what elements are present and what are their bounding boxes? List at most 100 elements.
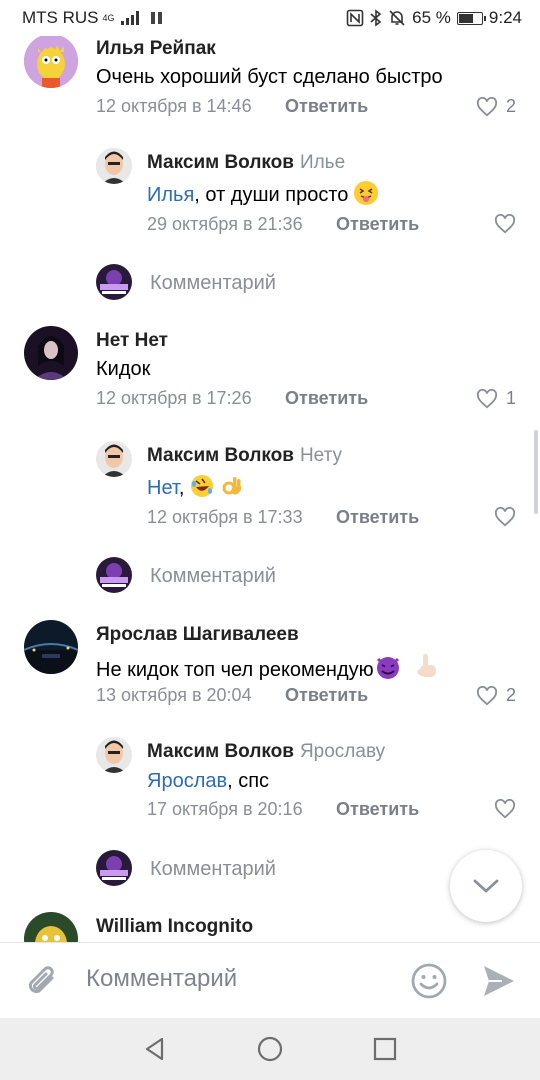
system-nav-bar [0, 1018, 540, 1080]
comment-input[interactable] [86, 965, 386, 993]
comment-text: Илья, от души просто [147, 181, 378, 207]
avatar[interactable] [24, 326, 78, 380]
signal-icon [120, 11, 139, 25]
mention-link[interactable]: Нет [147, 477, 179, 499]
avatar[interactable] [24, 36, 78, 88]
heart-icon [494, 507, 516, 527]
comment-date: 12 октября в 17:33 [147, 507, 303, 527]
comment-text: Не кидок топ чел рекомендую [96, 652, 441, 682]
comment-item: William Incognito [0, 910, 540, 942]
comment-text-rest: , спс [227, 770, 270, 792]
comment-author[interactable]: Максим Волков Ярославу [147, 741, 385, 763]
comment-author[interactable]: William Incognito [96, 916, 253, 938]
reply-item: Максим Волков Ярославу Ярослав, спс 17 ок… [0, 735, 540, 825]
bluetooth-icon [370, 9, 382, 27]
reply-prompt[interactable]: Комментарий [0, 555, 540, 599]
comment-author[interactable]: Максим Волков Нету [147, 445, 342, 467]
like-button[interactable] [494, 507, 516, 527]
avatar[interactable] [24, 620, 78, 674]
tongue-emoji-icon [353, 181, 378, 205]
reply-button[interactable]: Ответить [285, 388, 368, 409]
mention-link[interactable]: Илья [147, 184, 194, 206]
author-name[interactable]: Максим Волков [147, 152, 294, 173]
comment-author[interactable]: Ярослав Шагивалеев [96, 624, 299, 646]
like-button[interactable]: 2 [476, 685, 516, 706]
avatar[interactable] [96, 737, 132, 773]
heart-icon [494, 799, 516, 819]
like-button[interactable] [494, 799, 516, 819]
comment-date: 29 октября в 21:36 [147, 214, 303, 234]
comment-author[interactable]: Максим Волков Илье [147, 152, 345, 174]
like-button[interactable] [494, 214, 516, 234]
own-avatar [96, 557, 132, 593]
comment-text: Очень хороший буст сделано быстро [96, 66, 443, 88]
clock: 9:24 [488, 8, 522, 27]
comment-text: Кидок [96, 358, 151, 380]
reply-to-label[interactable]: Нету [300, 445, 342, 466]
network-type: 4G [102, 12, 115, 23]
attachment-icon[interactable] [24, 961, 62, 1001]
send-icon[interactable] [480, 962, 518, 1000]
home-nav-icon[interactable] [256, 1035, 284, 1063]
like-button[interactable]: 2 [476, 96, 516, 117]
comment-date: 17 октября в 20:16 [147, 799, 303, 819]
comment-author[interactable]: Нет Нет [96, 330, 168, 352]
chevron-down-icon [473, 879, 499, 893]
like-count: 2 [506, 685, 517, 705]
mention-link[interactable]: Ярослав [147, 770, 227, 792]
emoji-icon[interactable] [410, 962, 448, 1000]
smiling-devil-emoji-icon [374, 652, 402, 680]
heart-icon [476, 388, 498, 408]
comment-text: Ярослав, спс [147, 770, 269, 793]
comment-text-body: Не кидок топ чел рекомендую [96, 659, 374, 681]
like-count: 2 [506, 96, 517, 116]
reply-button[interactable]: Ответить [336, 214, 419, 235]
reply-prompt[interactable]: Комментарий [0, 262, 540, 306]
add-reply-label[interactable]: Комментарий [150, 272, 276, 295]
rofl-emoji-icon [190, 474, 214, 498]
comment-item: Илья Рейпак Очень хороший буст сделано б… [0, 36, 540, 126]
comment-text-rest: , от души просто [194, 184, 349, 206]
reply-button[interactable]: Ответить [285, 685, 368, 706]
own-avatar [96, 850, 132, 886]
battery-percent: 65 % [412, 8, 451, 27]
comment-item: Ярослав Шагивалеев Не кидок топ чел реко… [0, 620, 540, 712]
add-reply-label[interactable]: Комментарий [150, 565, 276, 588]
back-nav-icon[interactable] [142, 1036, 168, 1062]
comment-date: 12 октября в 14:46 [96, 96, 252, 116]
avatar[interactable] [24, 912, 78, 942]
point-up-emoji-icon [413, 652, 441, 680]
own-avatar [96, 264, 132, 300]
carrier-label: MTS RUS [22, 8, 99, 27]
like-button[interactable]: 1 [476, 388, 516, 409]
heart-icon [476, 96, 498, 116]
nfc-icon [346, 9, 364, 27]
recents-nav-icon[interactable] [372, 1036, 398, 1062]
reply-button[interactable]: Ответить [285, 96, 368, 117]
reply-to-label[interactable]: Илье [300, 152, 345, 173]
comment-item: Нет Нет Кидок 12 октября в 17:26 Ответит… [0, 326, 540, 418]
reply-button[interactable]: Ответить [336, 799, 419, 820]
reply-item: Максим Волков Илье Илья, от души просто 2… [0, 146, 540, 236]
ok-hand-emoji-icon [220, 474, 244, 498]
scrollbar[interactable] [534, 430, 538, 514]
reply-to-label[interactable]: Ярославу [300, 741, 385, 762]
comment-date: 13 октября в 20:04 [96, 685, 252, 705]
pause-icon [150, 12, 162, 24]
mute-bell-icon [389, 10, 405, 26]
add-reply-label[interactable]: Комментарий [150, 858, 276, 881]
comment-date: 12 октября в 17:26 [96, 388, 252, 408]
avatar[interactable] [96, 148, 132, 184]
reply-item: Максим Волков Нету Нет, 12 октября в 17:3… [0, 439, 540, 529]
author-name[interactable]: Максим Волков [147, 445, 294, 466]
comment-input-bar [0, 942, 540, 1019]
avatar[interactable] [96, 441, 132, 477]
reply-button[interactable]: Ответить [336, 507, 419, 528]
heart-icon [494, 214, 516, 234]
heart-icon [476, 685, 498, 705]
author-name[interactable]: Максим Волков [147, 741, 294, 762]
comments-feed[interactable]: Илья Рейпак Очень хороший буст сделано б… [0, 36, 540, 942]
like-count: 1 [506, 388, 517, 408]
comment-author[interactable]: Илья Рейпак [96, 38, 216, 60]
scroll-down-button[interactable] [450, 850, 522, 922]
